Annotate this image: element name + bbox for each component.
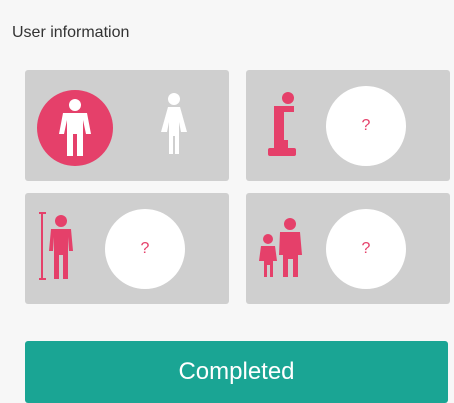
age-value[interactable]: ? — [326, 209, 406, 289]
weight-card[interactable]: ? — [246, 70, 450, 181]
male-icon — [59, 99, 91, 156]
height-icon — [39, 211, 75, 286]
age-icon — [258, 217, 306, 284]
page-title: User information — [12, 24, 130, 41]
height-card[interactable]: ? — [25, 193, 229, 304]
height-value[interactable]: ? — [105, 209, 185, 289]
gender-card[interactable] — [25, 70, 229, 181]
weight-value[interactable]: ? — [326, 86, 406, 166]
female-option[interactable] — [159, 92, 189, 161]
female-icon — [161, 93, 187, 154]
age-card[interactable]: ? — [246, 193, 450, 304]
weight-scale-icon — [264, 90, 300, 165]
completed-button[interactable]: Completed — [25, 341, 448, 403]
male-option[interactable] — [37, 90, 113, 166]
